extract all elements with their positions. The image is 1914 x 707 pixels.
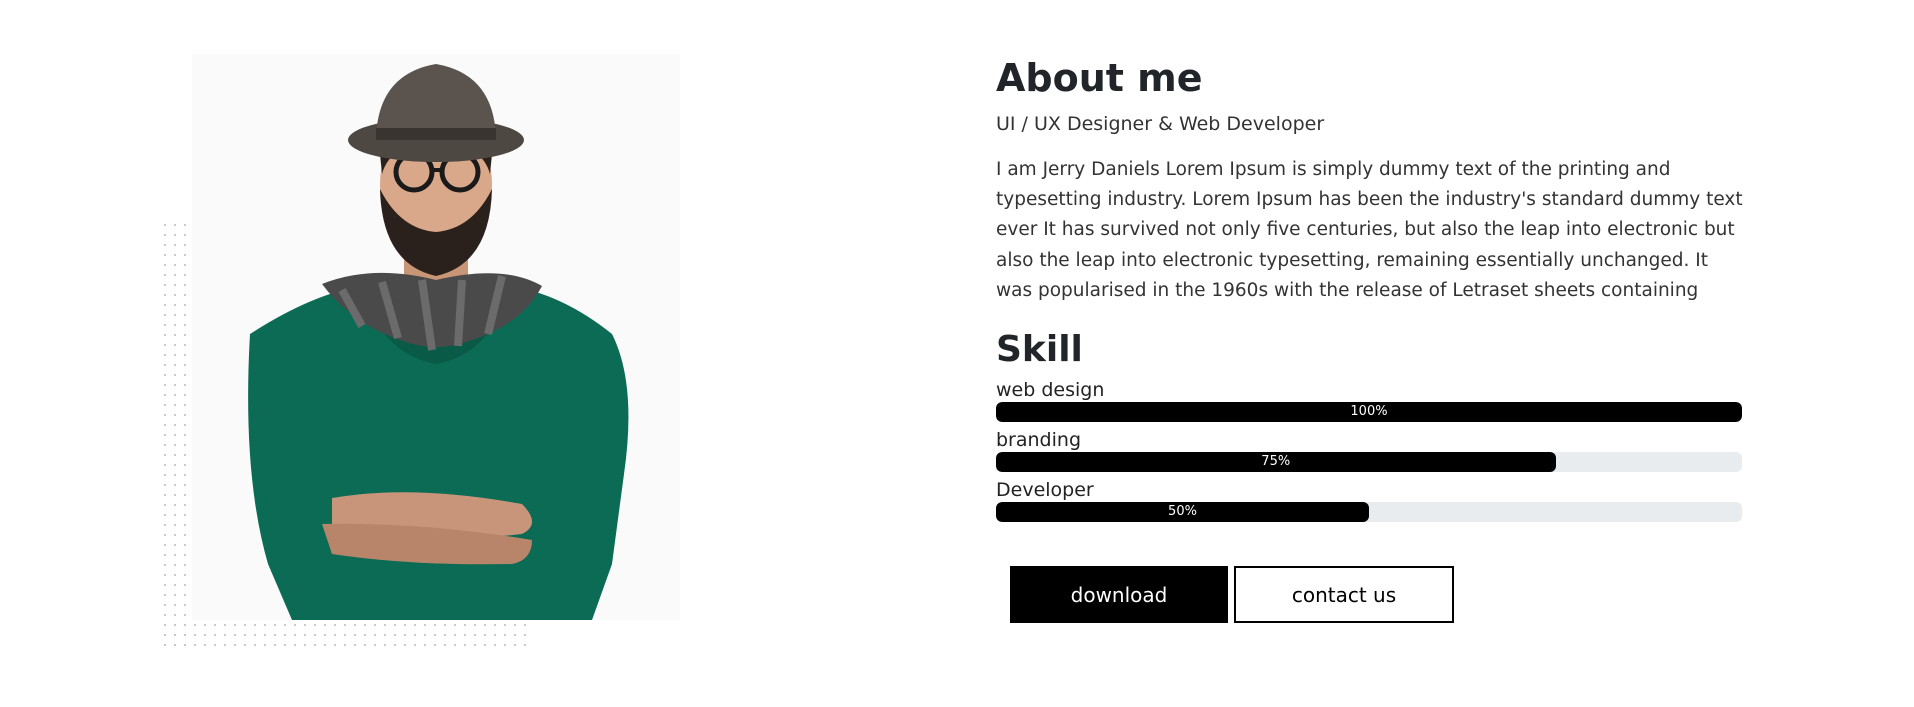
skill-label: branding — [996, 429, 1081, 452]
about-title: About me — [996, 56, 1203, 100]
action-buttons: download contact us — [1010, 566, 1454, 623]
contact-us-button[interactable]: contact us — [1234, 566, 1454, 623]
download-button[interactable]: download — [1010, 566, 1228, 623]
skill-label: web design — [996, 379, 1105, 402]
progress-track: 50% — [996, 502, 1742, 523]
skill-branding: branding 75% — [996, 428, 1746, 473]
skill-label: Developer — [996, 479, 1094, 502]
progress-bar: 100% — [996, 402, 1742, 423]
skill-web-design: web design 100% — [996, 378, 1746, 423]
dotted-decoration-vertical — [160, 220, 192, 650]
progress-bar: 75% — [996, 452, 1556, 473]
skill-title: Skill — [996, 329, 1083, 371]
dotted-decoration-horizontal — [160, 620, 532, 652]
about-section: About me UI / UX Designer & Web Develope… — [996, 54, 1746, 523]
progress-track: 100% — [996, 402, 1742, 423]
progress-bar: 50% — [996, 502, 1369, 523]
about-description: I am Jerry Daniels Lorem Ipsum is simply… — [996, 159, 1743, 301]
profile-photo — [192, 54, 680, 620]
about-subtitle: UI / UX Designer & Web Developer — [996, 113, 1325, 135]
progress-track: 75% — [996, 452, 1742, 473]
skill-developer: Developer 50% — [996, 478, 1746, 523]
